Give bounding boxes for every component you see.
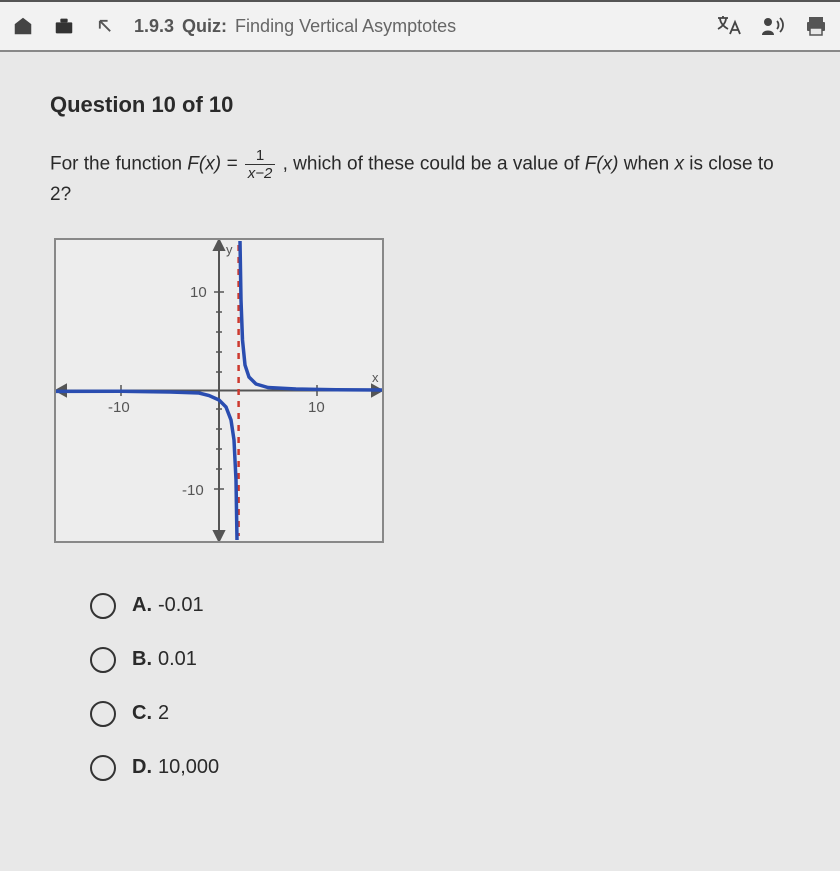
answer-label: A.-0.01 (132, 594, 204, 617)
svg-text:x: x (372, 370, 379, 385)
answer-list: A.-0.01 B.0.01 C.2 D.10,000 (90, 593, 790, 781)
answer-label: B.0.01 (132, 648, 197, 671)
q-prefix: For the function (50, 154, 187, 175)
q-func-name: F(x) (585, 154, 619, 175)
x-tick-pos: 10 (308, 399, 325, 416)
page-header: 1.9.3 Quiz: Finding Vertical Asymptotes (0, 2, 840, 52)
quiz-number: 1.9.3 (134, 16, 174, 37)
frac-denominator: x−2 (245, 165, 276, 181)
radio-icon[interactable] (90, 701, 116, 727)
print-icon[interactable] (804, 14, 828, 38)
radio-icon[interactable] (90, 647, 116, 673)
q-var: x (674, 154, 684, 175)
question-content: Question 10 of 10 For the function F(x) … (0, 52, 840, 829)
y-tick-neg: -10 (182, 482, 204, 499)
translate-icon[interactable] (716, 14, 742, 38)
answer-option-c[interactable]: C.2 (90, 701, 790, 727)
answer-label: C.2 (132, 702, 169, 725)
radio-icon[interactable] (90, 755, 116, 781)
frac-numerator: 1 (245, 148, 276, 165)
q-fraction: 1 x−2 (245, 148, 276, 181)
function-graph: y x 10 -10 10 -10 (54, 238, 384, 543)
q-func-lhs: F(x) = (187, 154, 242, 175)
q-middle2: when (624, 154, 675, 175)
home-icon[interactable] (12, 15, 34, 37)
quiz-title: 1.9.3 Quiz: Finding Vertical Asymptotes (134, 16, 456, 37)
q-middle: , which of these could be a value of (283, 154, 585, 175)
svg-text:y: y (226, 242, 233, 257)
answer-option-b[interactable]: B.0.01 (90, 647, 790, 673)
answer-option-d[interactable]: D.10,000 (90, 755, 790, 781)
answer-option-a[interactable]: A.-0.01 (90, 593, 790, 619)
question-heading: Question 10 of 10 (50, 92, 790, 118)
quiz-kind: Quiz: (182, 16, 227, 37)
answer-label: D.10,000 (132, 756, 219, 779)
quiz-name: Finding Vertical Asymptotes (235, 16, 456, 37)
y-tick-pos: 10 (190, 284, 207, 301)
read-aloud-icon[interactable] (760, 15, 786, 37)
question-text: For the function F(x) = 1 x−2 , which of… (50, 148, 790, 210)
x-tick-neg: -10 (108, 399, 130, 416)
radio-icon[interactable] (90, 593, 116, 619)
briefcase-icon[interactable] (52, 15, 76, 37)
back-arrow-icon[interactable] (94, 15, 116, 37)
